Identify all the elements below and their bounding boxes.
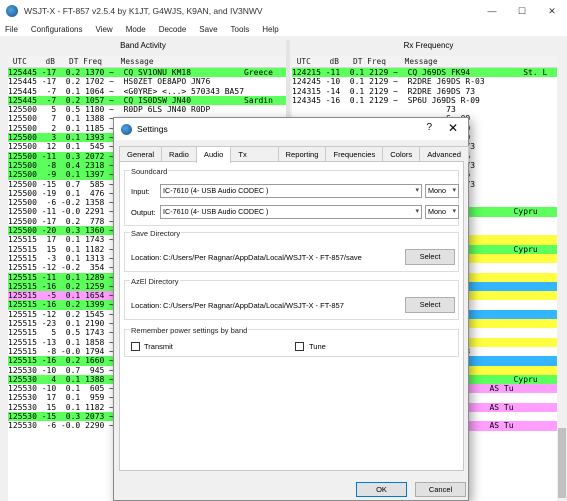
azel-directory-select-button[interactable]: Select [405,297,455,313]
tab-advanced[interactable]: Advanced [419,146,469,162]
power-settings-title: Remember power settings by band [130,326,249,335]
dialog-app-icon [121,123,132,135]
tab-colors[interactable]: Colors [382,146,421,162]
azel-directory-group: AzEl Directory Location: C:/Users/Per Ra… [124,277,459,320]
scrollbar-thumb[interactable] [558,428,566,498]
decode-row[interactable]: 125500 5 0.5 1180 ~ R0DP 6LS JN40 R0DP [8,105,286,114]
decode-row[interactable]: 73 [292,105,557,114]
help-icon[interactable]: ? [426,122,432,133]
menu-item-file[interactable]: File [5,25,18,34]
menu-item-mode[interactable]: Mode [126,25,146,34]
dialog-title: Settings [137,124,168,134]
save-location-label: Location: [131,253,162,262]
dialog-close-icon[interactable]: ✕ [448,121,458,135]
output-device-value: IC-7610 (4- USB Audio CODEC ) [163,207,269,216]
cancel-button[interactable]: Cancel [415,482,466,497]
dialog-title-bar: Settings ? ✕ [114,118,468,140]
tab-reporting[interactable]: Reporting [277,146,327,162]
band-activity-header: UTC dB DT Freq Message [8,56,286,68]
band-activity-title: Band Activity [120,41,166,50]
menu-item-view[interactable]: View [95,25,112,34]
chevron-down-icon: ▾ [452,208,456,215]
output-channel-value: Mono [428,207,446,216]
output-label: Output: [131,208,156,217]
chevron-down-icon: ▾ [452,187,456,194]
close-icon[interactable]: ✕ [537,0,567,22]
tab-audio[interactable]: Audio [195,146,232,163]
save-directory-group: Save Directory Location: C:/Users/Per Ra… [124,229,459,272]
azel-directory-title: AzEl Directory [130,277,180,286]
minimize-icon[interactable]: — [477,0,507,22]
tune-label: Tune [309,342,326,351]
azel-location-label: Location: [131,301,162,310]
input-channel-select[interactable]: Mono ▾ [425,184,459,198]
decode-row[interactable]: 125445 -7 0.1 1064 ~ <G0YRE> <...> 57034… [8,87,286,96]
maximize-icon[interactable]: ☐ [507,0,537,22]
input-device-select[interactable]: IC-7610 (4- USB Audio CODEC ) ▾ [160,184,422,198]
menu-item-configurations[interactable]: Configurations [31,25,83,34]
transmit-checkbox[interactable] [131,342,140,351]
chevron-down-icon: ▾ [415,208,419,215]
menu-item-help[interactable]: Help [262,25,278,34]
decode-row[interactable]: 124215 -11 0.1 2129 ~ CQ J69DS FK94 St. … [292,68,557,78]
app-icon [6,5,18,17]
output-channel-select[interactable]: Mono ▾ [425,205,459,219]
input-label: Input: [131,187,150,196]
soundcard-group: Soundcard Input: IC-7610 (4- USB Audio C… [124,167,459,226]
tab-radio[interactable]: Radio [161,146,197,162]
soundcard-group-title: Soundcard [130,167,169,176]
settings-dialog: Settings ? ✕ GeneralRadioAudioTx MacrosR… [113,117,469,501]
transmit-label: Transmit [144,342,173,351]
tune-checkbox[interactable] [295,342,304,351]
menu-item-save[interactable]: Save [199,25,217,34]
output-device-select[interactable]: IC-7610 (4- USB Audio CODEC ) ▾ [160,205,422,219]
rx-scrollbar[interactable] [557,68,567,501]
menu-item-decode[interactable]: Decode [159,25,187,34]
window-controls: — ☐ ✕ [477,0,567,22]
rx-frequency-header: UTC dB DT Freq Message [292,56,557,68]
input-channel-value: Mono [428,186,446,195]
decode-row[interactable]: 125445 -7 0.2 1057 ~ CQ IS0DSW JN40 Sard… [8,95,286,106]
menu-bar: File Configurations View Mode Decode Save Tool… [0,22,567,36]
audio-tab-panel: Soundcard Input: IC-7610 (4- USB Audio C… [119,161,464,471]
decode-row[interactable]: 124345 -16 0.1 2129 ~ SP6U J69DS R-09 [292,96,557,105]
tab-tx-macros[interactable]: Tx Macros [230,146,279,174]
title-bar: WSJT-X - FT-857 v2.5.4 by K1JT, G4WJS, K… [0,0,567,22]
chevron-down-icon: ▾ [415,187,419,194]
azel-directory-path: C:/Users/Per Ragnar/AppData/Local/WSJT-X… [163,301,344,310]
rx-frequency-title: Rx Frequency [403,41,454,50]
power-settings-group: Remember power settings by band Transmit… [124,326,459,357]
settings-tabs: GeneralRadioAudioTx MacrosReportingFrequ… [119,146,469,174]
save-directory-path: C:/Users/Per Ragnar/AppData/Local/WSJT-X… [163,253,362,262]
tab-general[interactable]: General [119,146,163,162]
decode-row[interactable]: 124245 -10 0.1 2129 ~ R2DRE J69DS R-03 [292,77,557,86]
save-directory-title: Save Directory [130,229,182,238]
tab-frequencies[interactable]: Frequencies [325,146,384,162]
decode-row[interactable]: 125445 -17 0.2 1702 ~ HS0ZET OE8APO JN76 [8,77,286,86]
decode-row[interactable]: 125445 -17 0.2 1370 ~ CQ SV1ONU KM18 Gre… [8,68,286,78]
menu-item-tools[interactable]: Tools [231,25,250,34]
ok-button[interactable]: OK [356,482,407,497]
input-device-value: IC-7610 (4- USB Audio CODEC ) [163,186,269,195]
window-title: WSJT-X - FT-857 v2.5.4 by K1JT, G4WJS, K… [24,6,263,16]
save-directory-select-button[interactable]: Select [405,249,455,265]
decode-row[interactable]: 124315 -14 0.1 2129 ~ R2DRE J69DS 73 [292,87,557,96]
